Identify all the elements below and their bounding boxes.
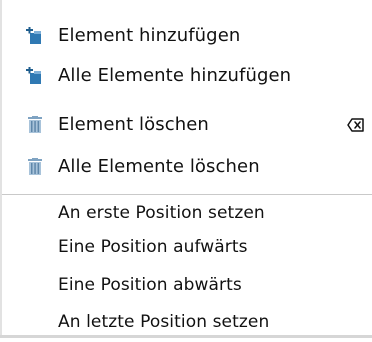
- menu-item-label: Element löschen: [58, 114, 209, 135]
- menu-item-add-element[interactable]: Element hinzufügen: [2, 16, 372, 56]
- menu-item-label: Eine Position abwärts: [58, 275, 242, 295]
- menu-item-label: Element hinzufügen: [58, 25, 241, 46]
- trash-all-icon: [26, 158, 44, 176]
- menu-item-add-all-elements[interactable]: Alle Elemente hinzufügen: [2, 56, 372, 96]
- menu-item-label: Eine Position aufwärts: [58, 237, 248, 257]
- menu-item-delete-all-elements[interactable]: Alle Elemente löschen: [2, 147, 372, 187]
- menu-item-move-up[interactable]: Eine Position aufwärts: [2, 227, 372, 267]
- menu-item-label: Alle Elemente löschen: [58, 156, 260, 177]
- add-all-items-icon: [26, 67, 44, 85]
- menu-item-move-down[interactable]: Eine Position abwärts: [2, 265, 372, 305]
- trash-icon: [26, 116, 44, 134]
- add-item-icon: [26, 27, 44, 45]
- menu-item-label: Alle Elemente hinzufügen: [58, 65, 292, 86]
- delete-key-icon: [347, 117, 365, 132]
- context-menu: Element hinzufügen Alle Elemente hinzufü…: [0, 0, 372, 338]
- menu-item-delete-element[interactable]: Element löschen: [2, 105, 372, 145]
